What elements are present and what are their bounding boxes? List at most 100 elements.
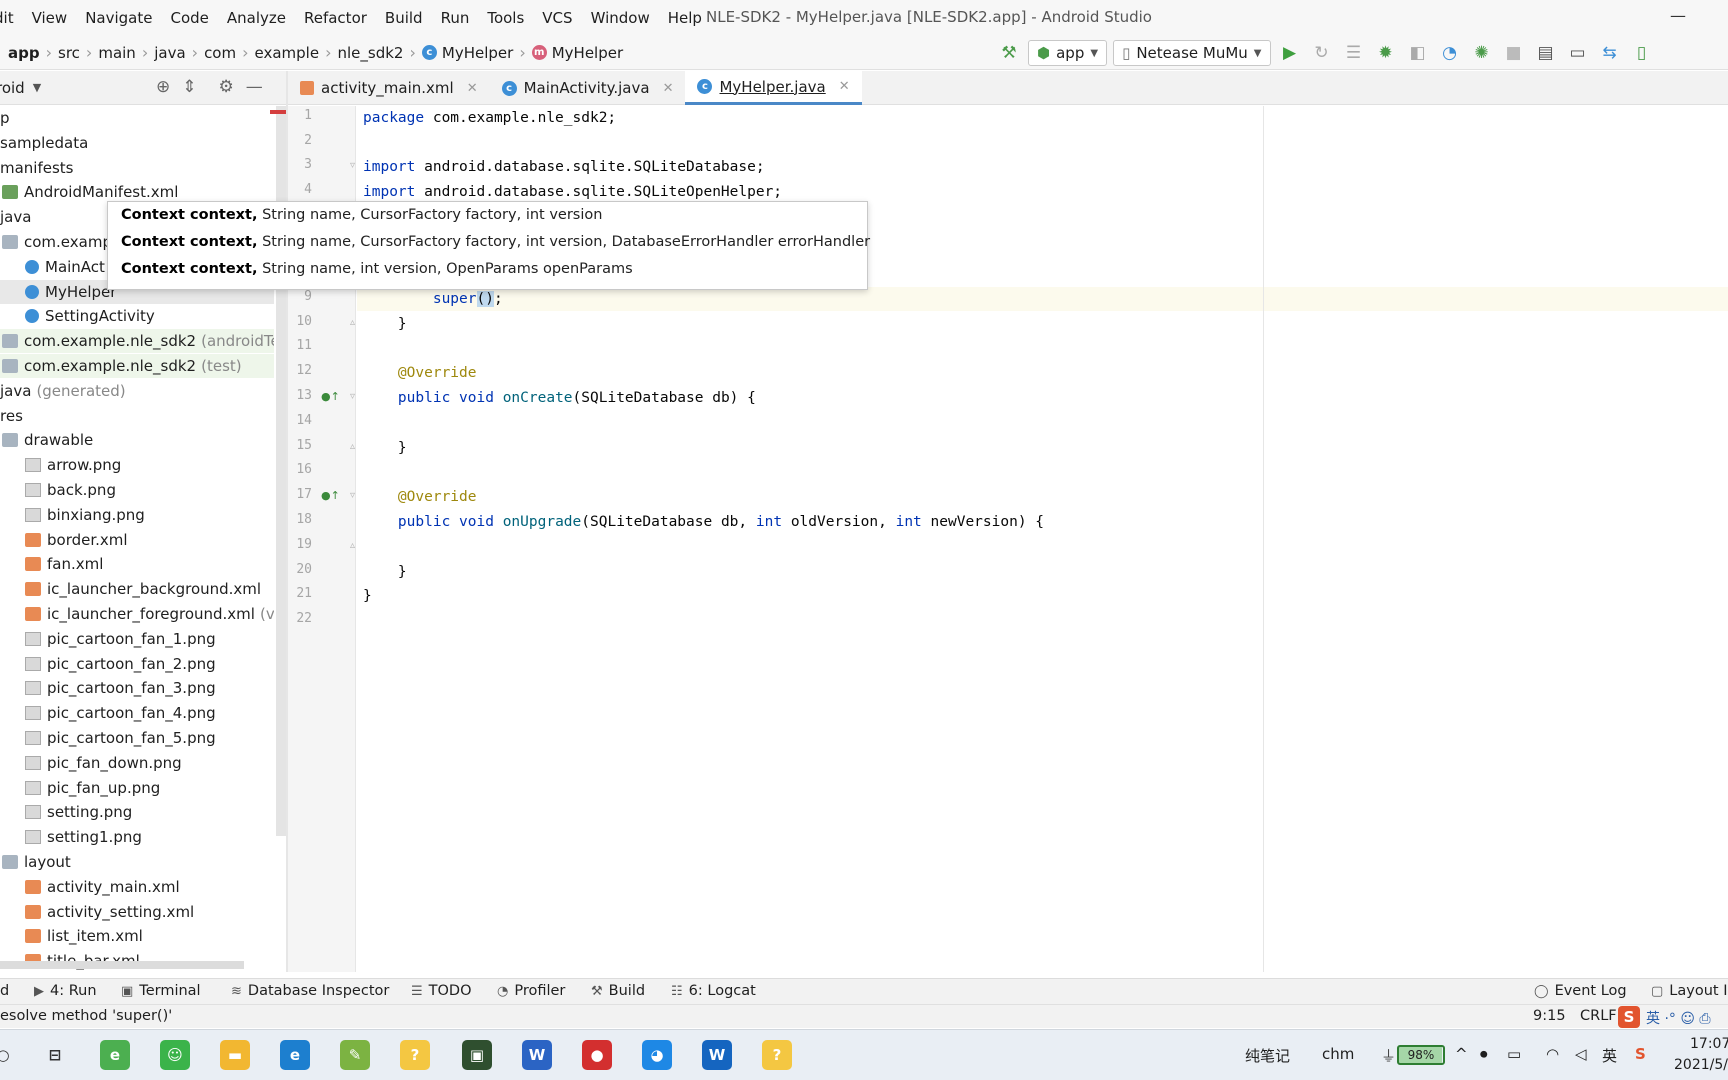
project-view-select[interactable]: roid <box>0 79 25 97</box>
clock-date[interactable]: 2021/5/ <box>1674 1057 1728 1073</box>
code-line[interactable]: } <box>363 312 407 336</box>
tree-item[interactable]: p <box>0 106 274 130</box>
tool-window-button[interactable]: ▣ Terminal <box>121 983 201 999</box>
tree-item[interactable]: border.xml <box>0 528 274 552</box>
hammer-icon[interactable]: ⚒ <box>996 40 1022 66</box>
menu-analyze[interactable]: Analyze <box>218 9 295 27</box>
editor-tab[interactable]: c MyHelper.java ✕ <box>685 71 862 105</box>
tool-window-button[interactable]: ⚒ Build <box>591 983 645 999</box>
mumu-icon[interactable]: ◕ <box>642 1040 672 1070</box>
code-line[interactable]: public void onCreate(SQLiteDatabase db) … <box>363 386 756 410</box>
tool-window-button[interactable]: ☰ TODO <box>411 983 472 999</box>
code-line[interactable]: @Override <box>363 361 477 385</box>
code-line[interactable]: } <box>363 584 372 608</box>
tray-note-app[interactable]: 纯笔记 <box>1245 1045 1290 1066</box>
tool-window-button[interactable]: ▶ 4: Run <box>34 983 97 999</box>
override-marker-icon[interactable]: ●↑ <box>321 489 340 502</box>
tool-window-button[interactable]: ◯ Event Log <box>1534 983 1627 999</box>
word-icon[interactable]: W <box>522 1040 552 1070</box>
breadcrumb-item[interactable]: m MyHelper <box>526 44 629 62</box>
menu-vcs[interactable]: VCS <box>533 9 581 27</box>
fold-marker-icon[interactable]: ▿ <box>350 490 355 501</box>
menu-run[interactable]: Run <box>432 9 479 27</box>
wifi-icon[interactable]: ◠ <box>1546 1045 1559 1063</box>
sound-icon[interactable]: ◁ <box>1575 1045 1587 1063</box>
editor-tab[interactable]: c MainActivity.java ✕ <box>490 71 686 105</box>
device-select[interactable]: ▯ Netease MuMu ▼ <box>1113 40 1271 66</box>
breadcrumb-item[interactable]: src <box>52 44 86 62</box>
tree-item[interactable]: ic_launcher_background.xml <box>0 577 274 601</box>
tree-item[interactable]: list_item.xml <box>0 924 274 948</box>
gear-icon[interactable]: ⚙ <box>219 77 234 97</box>
fold-marker-icon[interactable]: ▵ <box>350 540 355 551</box>
caret-position[interactable]: 9:15 <box>1533 1008 1566 1024</box>
menu-refactor[interactable]: Refactor <box>295 9 376 27</box>
tool-window-button[interactable]: ▢ Layout In <box>1651 983 1728 999</box>
help-file-icon[interactable]: ? <box>400 1040 430 1070</box>
breadcrumb-item[interactable]: main <box>92 44 141 62</box>
tree-item[interactable]: sampledata <box>0 131 274 155</box>
breadcrumb-item[interactable]: com <box>198 44 242 62</box>
code-line[interactable]: package com.example.nle_sdk2; <box>363 106 616 130</box>
chevron-up-icon[interactable]: ^ <box>1455 1045 1468 1063</box>
code-line[interactable]: } <box>363 560 407 584</box>
fold-marker-icon[interactable]: ▵ <box>350 317 355 328</box>
menu-code[interactable]: Code <box>161 9 217 27</box>
menu-help[interactable]: Help <box>659 9 711 27</box>
hide-icon[interactable]: — <box>246 77 263 97</box>
tree-item[interactable]: layout <box>0 850 274 874</box>
locate-icon[interactable]: ⊕ <box>156 77 170 97</box>
monitor-icon[interactable]: ▭ <box>1507 1045 1521 1063</box>
close-icon[interactable]: ✕ <box>663 81 674 96</box>
tree-item[interactable]: java (generated) <box>0 379 274 403</box>
ime-toolbar[interactable]: 英 ·° ☺ ⎙ <box>1646 1008 1711 1028</box>
sdk-manager-icon[interactable]: ⇆ <box>1597 40 1623 66</box>
notepad-app-icon[interactable]: ✎ <box>340 1040 370 1070</box>
code-line[interactable]: public void onUpgrade(SQLiteDatabase db,… <box>363 510 1044 534</box>
tool-window-button[interactable]: ◔ Profiler <box>497 983 565 999</box>
breadcrumb-item[interactable]: java <box>148 44 191 62</box>
chevron-down-icon[interactable]: ▼ <box>33 81 41 94</box>
override-marker-icon[interactable]: ●↑ <box>321 390 340 403</box>
wps-icon[interactable]: W <box>702 1040 732 1070</box>
code-line[interactable]: super(); <box>363 287 503 311</box>
tree-item[interactable]: setting.png <box>0 800 274 824</box>
minimize-button[interactable]: — <box>1670 6 1686 25</box>
breadcrumb-item[interactable]: example <box>249 44 326 62</box>
fold-marker-icon[interactable]: ▿ <box>350 391 355 402</box>
tool-window-button[interactable]: ≋ Database Inspector <box>231 983 389 999</box>
tree-item[interactable]: binxiang.png <box>0 503 274 527</box>
tree-horizontal-scrollbar[interactable] <box>0 961 244 969</box>
coverage-icon[interactable]: ✺ <box>1469 40 1495 66</box>
breadcrumb-item[interactable]: nle_sdk2 <box>332 44 410 62</box>
breadcrumb-item[interactable]: app <box>0 44 46 62</box>
menu-view[interactable]: View <box>23 9 77 27</box>
tree-item[interactable]: pic_cartoon_fan_4.png <box>0 701 274 725</box>
fold-marker-icon[interactable]: ▵ <box>350 441 355 452</box>
tree-item[interactable]: com.example.nle_sdk2(androidTest <box>0 329 274 354</box>
tree-item[interactable]: pic_cartoon_fan_3.png <box>0 676 274 700</box>
attach-debugger-icon[interactable]: ◧ <box>1405 40 1431 66</box>
fold-marker-icon[interactable]: ▿ <box>350 160 355 171</box>
microphone-icon[interactable]: ⏺ <box>1480 1045 1488 1063</box>
recorder-icon[interactable]: ● <box>582 1040 612 1070</box>
tree-item[interactable]: activity_setting.xml <box>0 900 274 924</box>
debug-icon[interactable]: ✹ <box>1373 40 1399 66</box>
apply-changes-icon[interactable]: ☰ <box>1341 40 1367 66</box>
tree-item[interactable]: manifests <box>0 156 274 180</box>
360-browser-icon[interactable]: e <box>100 1040 130 1070</box>
breadcrumb-item[interactable]: c MyHelper <box>416 44 519 62</box>
tree-item[interactable]: arrow.png <box>0 453 274 477</box>
profile-icon[interactable]: ◔ <box>1437 40 1463 66</box>
avd-manager-icon[interactable]: ▭ <box>1565 40 1591 66</box>
close-icon[interactable]: ✕ <box>839 79 850 94</box>
collapse-all-icon[interactable]: ⇕ <box>182 77 196 97</box>
editor-tab[interactable]: activity_main.xml ✕ <box>288 71 490 105</box>
close-icon[interactable]: ✕ <box>467 81 478 96</box>
menu-tools[interactable]: Tools <box>478 9 533 27</box>
device-file-icon[interactable]: ▯ <box>1629 40 1655 66</box>
tree-item[interactable]: res <box>0 404 274 428</box>
search-icon[interactable]: ○ <box>0 1040 18 1070</box>
code-line[interactable]: } <box>363 436 407 460</box>
tree-item[interactable]: pic_fan_up.png <box>0 776 274 800</box>
